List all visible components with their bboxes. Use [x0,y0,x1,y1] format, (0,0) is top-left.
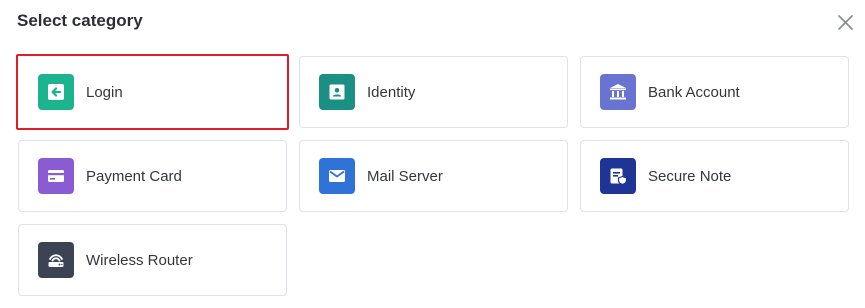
credit-card-icon [48,170,64,182]
login-icon-tile [38,74,74,110]
dialog-title: Select category [17,11,143,30]
category-card-identity[interactable]: Identity [299,56,568,128]
category-card-secure-note[interactable]: Secure Note [580,140,849,212]
mail-icon [329,170,345,182]
bank-icon [610,84,626,100]
category-label-identity: Identity [367,84,416,101]
mail-icon-tile [319,158,355,194]
category-card-wireless-router[interactable]: Wireless Router [18,224,287,296]
close-button[interactable] [836,13,855,32]
category-label-secure-note: Secure Note [648,168,732,185]
category-label-wireless-router: Wireless Router [86,252,193,269]
router-icon [48,254,64,267]
category-label-payment-card: Payment Card [86,168,182,185]
identity-icon [329,84,345,100]
credit-card-icon-tile [38,158,74,194]
login-icon [48,84,64,100]
secure-note-icon-tile [600,158,636,194]
category-label-bank-account: Bank Account [648,84,740,101]
close-icon [838,15,853,30]
category-label-login: Login [86,84,123,101]
category-card-mail-server[interactable]: Mail Server [299,140,568,212]
secure-note-icon [610,168,628,186]
category-card-payment-card[interactable]: Payment Card [18,140,287,212]
category-card-login[interactable]: Login [16,54,289,130]
bank-icon-tile [600,74,636,110]
router-icon-tile [38,242,74,278]
select-category-dialog: Select category Login Identity Bank Acco… [0,0,865,308]
category-card-bank-account[interactable]: Bank Account [580,56,849,128]
identity-icon-tile [319,74,355,110]
category-label-mail-server: Mail Server [367,168,443,185]
